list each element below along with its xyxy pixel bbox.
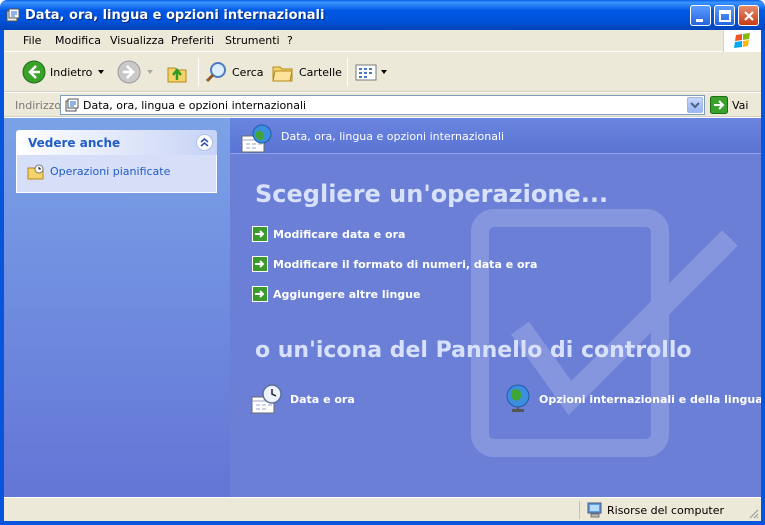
search-button[interactable]: Cerca [204,58,264,86]
folder-up-icon [167,67,187,83]
address-dropdown-button[interactable] [687,97,703,113]
toolbar: Indietro Cerca Cartelle [4,52,761,92]
toolbar-separator [347,58,348,86]
menu-modifica[interactable]: Modifica [55,34,101,47]
date-language-icon [241,124,272,153]
go-label: Vai [732,98,749,112]
my-computer-icon [587,502,602,518]
minimize-button[interactable] [690,5,711,26]
toolbar-separator [198,58,199,86]
window-border-bottom [0,521,765,525]
main-content: Data, ora, lingua e opzioni internaziona… [230,118,761,497]
control-panel-icon [65,98,79,112]
scheduled-tasks-icon [27,164,44,180]
close-button[interactable] [738,5,759,26]
menu-bar: File Modifica Visualizza Preferiti Strum… [4,30,761,52]
status-divider [579,501,580,519]
search-label: Cerca [232,65,264,79]
watermark-check-icon [471,209,738,457]
status-zone-label: Risorse del computer [607,503,725,517]
task-label: Aggiungere altre lingue [273,287,421,301]
address-label: Indirizzo [15,99,62,112]
pick-icon-heading: o un'icona del Pannello di controllo [255,338,692,363]
go-button[interactable]: Vai [710,96,748,114]
menu-file[interactable]: File [23,34,41,47]
menu-preferiti[interactable]: Preferiti [171,34,214,47]
folders-icon [272,66,293,82]
control-panel-icon [6,8,20,22]
forward-arrow-icon [117,60,141,84]
task-arrow-icon [252,256,268,272]
windows-logo [723,30,761,52]
close-icon [744,11,754,21]
resize-grip-icon[interactable] [747,507,759,519]
pick-task-heading: Scegliere un'operazione... [255,180,609,208]
address-value: Data, ora, lingua e opzioni internaziona… [83,99,307,112]
search-icon [205,62,226,83]
cp-icon-date-time[interactable]: Data e ora [250,383,355,415]
views-button[interactable] [354,58,387,86]
cp-icon-regional-options[interactable]: Opzioni internazionali e della lingua [505,383,761,415]
menu-visualizza[interactable]: Visualizza [110,34,164,47]
task-change-number-format[interactable]: Modificare il formato di numeri, data e … [252,256,537,272]
status-bar: Risorse del computer [4,497,761,521]
chevron-up-double-icon [200,138,209,147]
category-title: Data, ora, lingua e opzioni internaziona… [281,130,505,143]
task-arrow-icon [252,226,268,242]
menu-strumenti[interactable]: Strumenti [225,34,280,47]
folders-label: Cartelle [299,65,342,79]
window-border-right [761,30,765,525]
window-title: Data, ora, lingua e opzioni internaziona… [25,8,325,23]
link-scheduled-tasks-label: Operazioni pianificate [50,165,171,178]
views-dropdown-icon[interactable] [381,70,387,74]
cp-icon-label: Opzioni internazionali e della lingua [539,392,761,406]
task-label: Modificare data e ora [273,227,406,241]
address-input[interactable]: Data, ora, lingua e opzioni internaziona… [60,95,705,115]
task-arrow-icon [252,286,268,302]
see-also-title: Vedere anche [28,136,121,150]
forward-button[interactable] [117,58,153,86]
task-pane: Vedere anche Operazioni pianificate [4,118,230,497]
see-also-panel: Vedere anche Operazioni pianificate [16,130,217,193]
up-button[interactable] [166,58,188,86]
globe-icon [506,384,530,412]
back-label: Indietro [50,65,93,79]
task-add-languages[interactable]: Aggiungere altre lingue [252,286,420,302]
maximize-button[interactable] [714,5,735,26]
back-button[interactable]: Indietro [22,58,105,86]
maximize-icon [719,10,731,22]
title-bar[interactable]: Data, ora, lingua e opzioni internaziona… [0,0,765,30]
task-label: Modificare il formato di numeri, data e … [273,257,538,271]
menu-help[interactable]: ? [287,34,293,47]
folders-button[interactable]: Cartelle [271,58,342,86]
date-time-icon [251,384,282,414]
category-header: Data, ora, lingua e opzioni internaziona… [230,118,761,154]
minimize-icon [696,19,703,22]
back-arrow-icon [22,60,46,84]
task-change-date-time[interactable]: Modificare data e ora [252,226,405,242]
see-also-body: Operazioni pianificate [16,155,217,193]
go-arrow-icon [710,96,728,114]
see-also-header[interactable]: Vedere anche [16,130,217,155]
cp-icon-label: Data e ora [290,392,355,406]
link-scheduled-tasks[interactable]: Operazioni pianificate [27,163,170,180]
collapse-button[interactable] [196,134,213,151]
forward-dropdown-icon[interactable] [147,70,153,74]
views-icon [355,64,377,81]
address-bar: Indirizzo Data, ora, lingua e opzioni in… [4,93,761,117]
windows-flag-icon [734,33,750,48]
chevron-down-icon [690,102,700,109]
back-dropdown-icon[interactable] [98,70,105,74]
status-zone: Risorse del computer [587,502,724,518]
